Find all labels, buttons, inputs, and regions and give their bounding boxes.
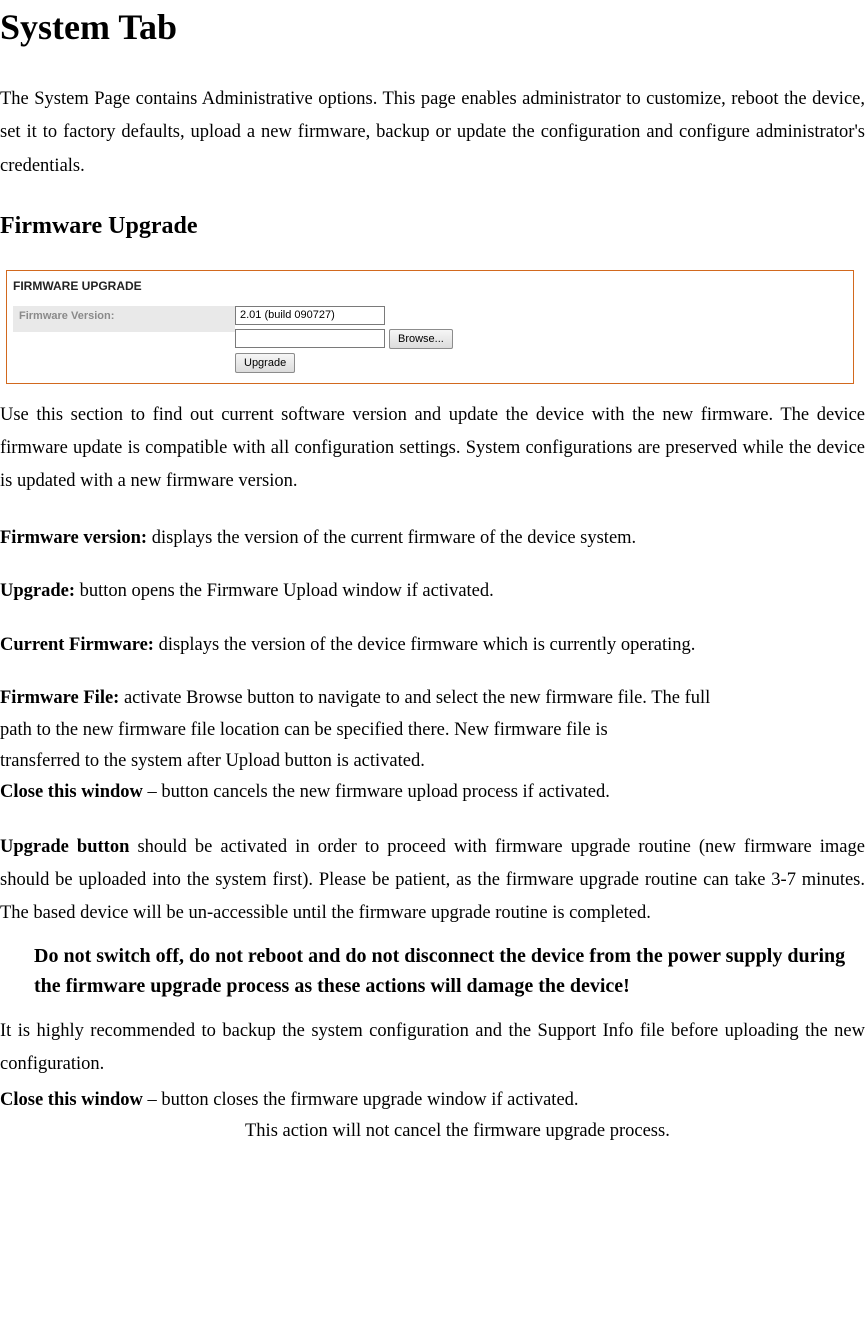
definition-firmware-file: Firmware File: activate Browse button to… xyxy=(0,683,865,714)
firmware-file-field[interactable] xyxy=(235,329,385,348)
definition-text: should be activated in order to proceed … xyxy=(0,837,865,924)
warning-text: Do not switch off, do not reboot and do … xyxy=(34,941,865,1001)
definition-label: Close this window xyxy=(0,782,143,802)
definition-text: activate Browse button to navigate to an… xyxy=(119,688,710,708)
upgrade-button-paragraph: Upgrade button should be activated in or… xyxy=(0,831,865,931)
section-heading-firmware-upgrade: Firmware Upgrade xyxy=(0,213,865,240)
definition-text: button opens the Firmware Upload window … xyxy=(75,581,494,601)
definition-label: Firmware version: xyxy=(0,528,147,548)
definition-firmware-version: Firmware version: displays the version o… xyxy=(0,523,865,554)
definition-close-window-2: Close this window – button closes the fi… xyxy=(0,1085,865,1116)
definition-label: Current Firmware: xyxy=(0,635,154,655)
intro-paragraph: The System Page contains Administrative … xyxy=(0,83,865,183)
page-title: System Tab xyxy=(0,6,865,48)
definition-current-firmware: Current Firmware: displays the version o… xyxy=(0,630,865,661)
definition-firmware-file-cont: path to the new firmware file location c… xyxy=(0,715,865,746)
panel-title: FIRMWARE UPGRADE xyxy=(7,271,853,301)
definition-close-window-1: Close this window – button cancels the n… xyxy=(0,777,865,808)
definition-text: – button closes the firmware upgrade win… xyxy=(143,1090,579,1110)
definition-text: displays the version of the device firmw… xyxy=(154,635,695,655)
after-panel-paragraph: Use this section to find out current sof… xyxy=(0,399,865,499)
firmware-version-label: Firmware Version: xyxy=(13,306,235,332)
upgrade-button[interactable]: Upgrade xyxy=(235,353,295,373)
backup-recommendation-paragraph: It is highly recommended to backup the s… xyxy=(0,1015,865,1082)
firmware-version-field xyxy=(235,306,385,325)
definition-label: Firmware File: xyxy=(0,688,119,708)
definition-label: Upgrade: xyxy=(0,581,75,601)
firmware-upgrade-panel: FIRMWARE UPGRADE Firmware Version: Brows… xyxy=(6,270,865,384)
definition-firmware-file-cont: transferred to the system after Upload b… xyxy=(0,746,865,777)
definition-text: – button cancels the new firmware upload… xyxy=(143,782,610,802)
definition-text: displays the version of the current firm… xyxy=(147,528,636,548)
definition-label: Upgrade button xyxy=(0,837,129,857)
definition-upgrade: Upgrade: button opens the Firmware Uploa… xyxy=(0,576,865,607)
definition-label: Close this window xyxy=(0,1090,143,1110)
browse-button[interactable]: Browse... xyxy=(389,329,453,349)
final-note: This action will not cancel the firmware… xyxy=(245,1121,865,1142)
